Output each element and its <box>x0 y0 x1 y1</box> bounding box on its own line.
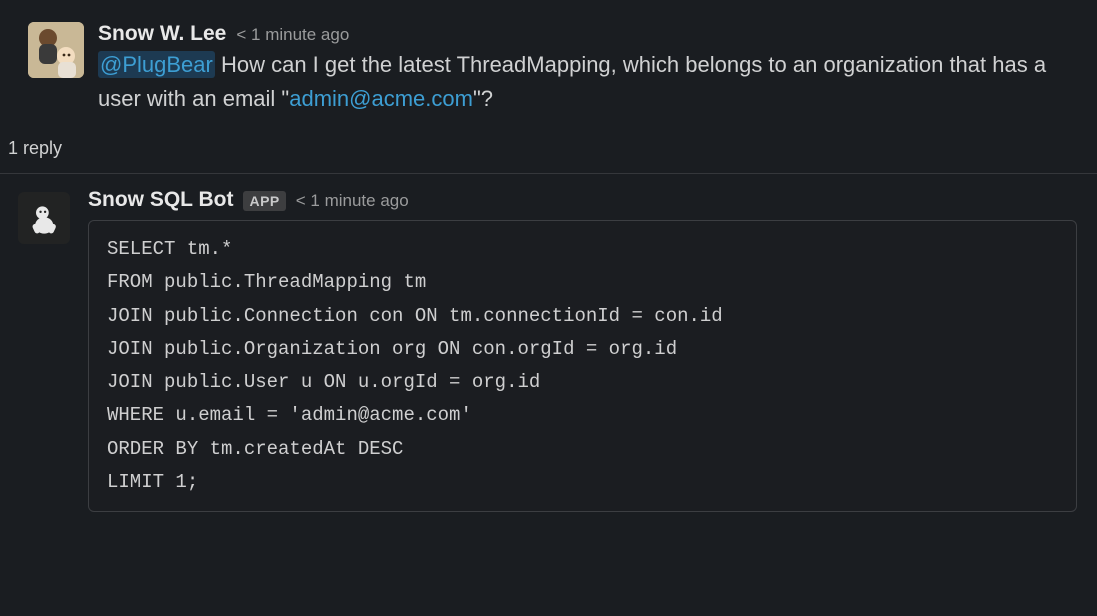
bot-avatar-image <box>26 200 62 236</box>
thread-container: Snow W. Lee < 1 minute ago @PlugBear How… <box>0 0 1097 516</box>
author-name[interactable]: Snow W. Lee <box>98 22 226 46</box>
avatar[interactable] <box>28 22 84 78</box>
text-segment: "? <box>473 86 493 111</box>
message-text: @PlugBear How can I get the latest Threa… <box>98 48 1077 116</box>
message-body: Snow W. Lee < 1 minute ago @PlugBear How… <box>98 22 1077 116</box>
text-segment: How can I get the latest ThreadMapping, … <box>98 52 1046 111</box>
user-mention[interactable]: @PlugBear <box>98 51 215 78</box>
message-body: Snow SQL Bot APP < 1 minute ago SELECT t… <box>88 188 1077 512</box>
message-timestamp[interactable]: < 1 minute ago <box>236 25 349 45</box>
app-badge: APP <box>243 191 285 211</box>
message[interactable]: Snow SQL Bot APP < 1 minute ago SELECT t… <box>0 184 1097 516</box>
avatar[interactable] <box>18 192 70 244</box>
code-block[interactable]: SELECT tm.* FROM public.ThreadMapping tm… <box>88 220 1077 512</box>
email-link[interactable]: admin@acme.com <box>289 86 473 111</box>
author-name[interactable]: Snow SQL Bot <box>88 188 233 212</box>
message-header: Snow W. Lee < 1 minute ago <box>98 22 1077 46</box>
user-avatar-image <box>28 22 84 78</box>
reply-separator: 1 reply <box>0 138 1097 174</box>
message[interactable]: Snow W. Lee < 1 minute ago @PlugBear How… <box>0 18 1097 120</box>
reply-count: 1 reply <box>8 138 62 158</box>
message-timestamp[interactable]: < 1 minute ago <box>296 191 409 211</box>
message-header: Snow SQL Bot APP < 1 minute ago <box>88 188 1077 212</box>
